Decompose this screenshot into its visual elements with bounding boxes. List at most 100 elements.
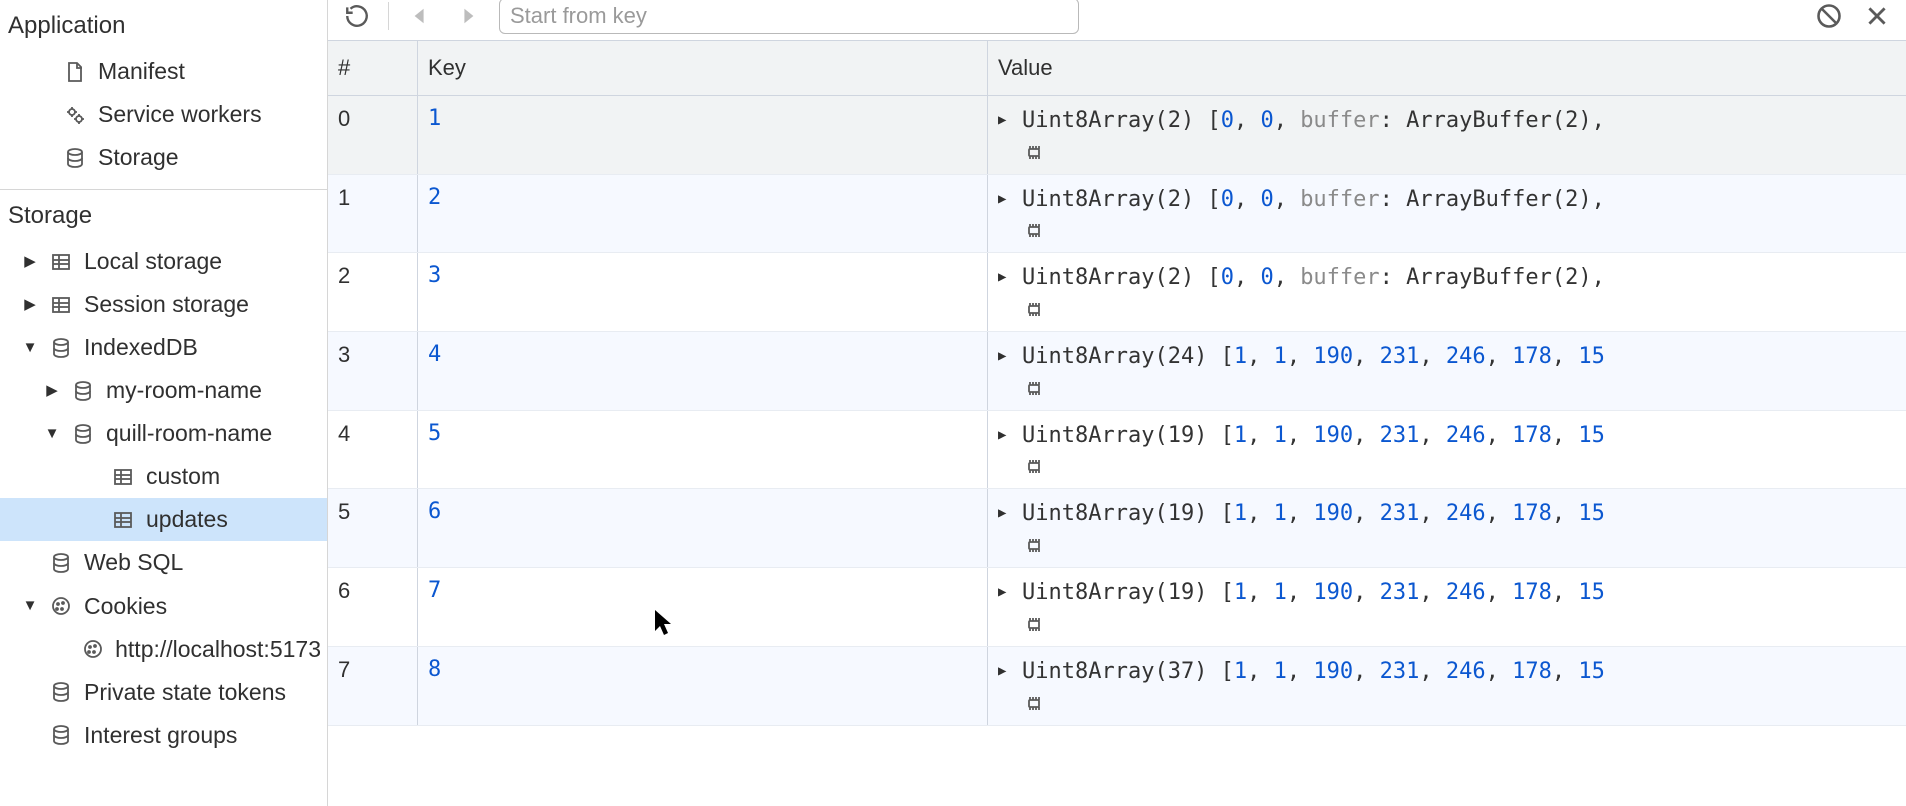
sidebar-item-manifest[interactable]: Manifest [0,50,327,93]
table-icon [110,464,136,490]
expand-triangle-icon[interactable]: ▶ [998,663,1012,679]
table-row[interactable]: 34▶Uint8Array(24) [1, 1, 190, 231, 246, … [328,332,1906,411]
arraybuffer-chip-icon [1022,218,1605,242]
cell-key: 1 [418,96,988,174]
sidebar-item-interest-groups[interactable]: Interest groups [0,714,327,757]
sidebar-item-storage[interactable]: Storage [0,136,327,179]
value-preview: Uint8Array(19) [1, 1, 190, 231, 246, 178… [1022,578,1605,636]
sidebar-item-label: updates [146,504,228,535]
cell-value[interactable]: ▶ Uint8Array(19) [1, 1, 190, 231, 246, 17… [988,568,1906,646]
prev-page-button[interactable] [403,0,437,33]
cell-key: 7 [418,568,988,646]
chevron-down-icon[interactable]: ▼ [22,338,38,358]
sidebar-item-local-storage[interactable]: ▶ Local storage [0,240,327,283]
chevron-right-icon[interactable]: ▶ [22,295,38,315]
cell-value[interactable]: ▶ Uint8Array(37) [1, 1, 190, 231, 246, 17… [988,647,1906,725]
close-icon [1864,3,1890,29]
sidebar-item-cookies[interactable]: ▼Cookies [0,585,327,628]
db-icon [62,145,88,171]
table-row[interactable]: 78▶Uint8Array(37) [1, 1, 190, 231, 246, … [328,647,1906,726]
expand-triangle-icon[interactable]: ▶ [998,427,1012,443]
sidebar-item-custom[interactable]: custom [0,455,327,498]
cell-value[interactable]: ▶ Uint8Array(2) [0, 0, buffer: ArrayBuffe… [988,96,1906,174]
section-application-title: Application [0,0,327,46]
arraybuffer-chip-icon [1022,533,1605,557]
triangle-right-icon [459,7,477,25]
db-icon [48,679,74,705]
arraybuffer-chip-icon [1022,691,1605,715]
sidebar-item-session-storage[interactable]: ▶Session storage [0,283,327,326]
db-icon [48,550,74,576]
column-header-value[interactable]: Value [988,41,1906,95]
sidebar-item-label: Storage [98,142,179,173]
value-preview: Uint8Array(2) [0, 0, buffer: ArrayBuffer… [1022,263,1605,321]
table-row[interactable]: 67▶Uint8Array(19) [1, 1, 190, 231, 246, … [328,568,1906,647]
chevron-down-icon[interactable]: ▼ [44,424,60,444]
db-icon [48,722,74,748]
sidebar-item-web-sql[interactable]: Web SQL [0,541,327,584]
sidebar-item-private-state-tokens[interactable]: Private state tokens [0,671,327,714]
sidebar-item-my-room-name[interactable]: ▶ my-room-name [0,369,327,412]
column-header-index[interactable]: # [328,41,418,95]
no-entry-icon [1815,2,1843,30]
gears-icon [62,102,88,128]
sidebar-item-label: Interest groups [84,720,237,751]
storage-section-tree: ▶ Local storage ▶Session storage ▼ IndexedDB… [0,236,327,757]
sidebar-item-label: IndexedDB [84,332,198,363]
sidebar-item-label: my-room-name [106,375,262,406]
sidebar-item-label: Manifest [98,56,185,87]
sidebar-item-label: custom [146,461,220,492]
cell-key: 3 [418,253,988,331]
sidebar-item-quill-room-name[interactable]: ▼ quill-room-name [0,412,327,455]
value-preview: Uint8Array(19) [1, 1, 190, 231, 246, 178… [1022,421,1605,479]
arraybuffer-chip-icon [1022,140,1605,164]
table-row[interactable]: 23▶Uint8Array(2) [0, 0, buffer: ArrayBuf… [328,253,1906,332]
toolbar-separator [388,2,389,30]
file-icon [62,59,88,85]
cell-value[interactable]: ▶ Uint8Array(19) [1, 1, 190, 231, 246, 17… [988,411,1906,489]
cookie-icon [81,636,105,662]
sidebar-item-http-localhost-5173[interactable]: http://localhost:5173 [0,628,327,671]
expand-triangle-icon[interactable]: ▶ [998,191,1012,207]
table-row[interactable]: 45▶Uint8Array(19) [1, 1, 190, 231, 246, … [328,411,1906,490]
expand-triangle-icon[interactable]: ▶ [998,584,1012,600]
delete-selected-button[interactable] [1860,0,1894,33]
sidebar-item-label: Service workers [98,99,262,130]
section-storage-title: Storage [0,190,327,236]
value-preview: Uint8Array(2) [0, 0, buffer: ArrayBuffer… [1022,106,1605,164]
table-icon [110,507,136,533]
cell-index: 0 [328,96,418,174]
clear-objectstore-button[interactable] [1812,0,1846,33]
table-row[interactable]: 12▶Uint8Array(2) [0, 0, buffer: ArrayBuf… [328,175,1906,254]
chevron-right-icon[interactable]: ▶ [44,381,60,401]
refresh-button[interactable] [340,0,374,33]
sidebar-item-updates[interactable]: updates [0,498,327,541]
table-row[interactable]: 01 ▶ Uint8Array(2) [0, 0, buffer: ArrayBuf… [328,96,1906,175]
chevron-down-icon[interactable]: ▼ [22,596,38,616]
cell-value[interactable]: ▶ Uint8Array(2) [0, 0, buffer: ArrayBuffe… [988,253,1906,331]
value-preview: Uint8Array(24) [1, 1, 190, 231, 246, 178… [1022,342,1605,400]
start-from-key-input[interactable] [499,0,1079,34]
value-preview: Uint8Array(37) [1, 1, 190, 231, 246, 178… [1022,657,1605,715]
cell-index: 1 [328,175,418,253]
sidebar-item-service-workers[interactable]: Service workers [0,93,327,136]
arraybuffer-chip-icon [1022,376,1605,400]
next-page-button[interactable] [451,0,485,33]
cell-value[interactable]: ▶Uint8Array(19) [1, 1, 190, 231, 246, 17… [988,489,1906,567]
column-header-key[interactable]: Key [418,41,988,95]
expand-triangle-icon[interactable]: ▶ [998,269,1012,285]
arraybuffer-chip-icon [1022,297,1605,321]
chevron-right-icon[interactable]: ▶ [22,252,38,272]
expand-triangle-icon[interactable]: ▶ [998,112,1012,128]
sidebar-item-label: Local storage [84,246,222,277]
db-icon [48,335,74,361]
table-row[interactable]: 56▶Uint8Array(19) [1, 1, 190, 231, 246, … [328,489,1906,568]
cell-value[interactable]: ▶Uint8Array(2) [0, 0, buffer: ArrayBuffe… [988,175,1906,253]
cell-key: 5 [418,411,988,489]
expand-triangle-icon[interactable]: ▶ [998,505,1012,521]
cell-value[interactable]: ▶ Uint8Array(24) [1, 1, 190, 231, 246, 17… [988,332,1906,410]
sidebar-item-label: quill-room-name [106,418,272,449]
expand-triangle-icon[interactable]: ▶ [998,348,1012,364]
sidebar-item-indexeddb[interactable]: ▼ IndexedDB [0,326,327,369]
arraybuffer-chip-icon [1022,454,1605,478]
